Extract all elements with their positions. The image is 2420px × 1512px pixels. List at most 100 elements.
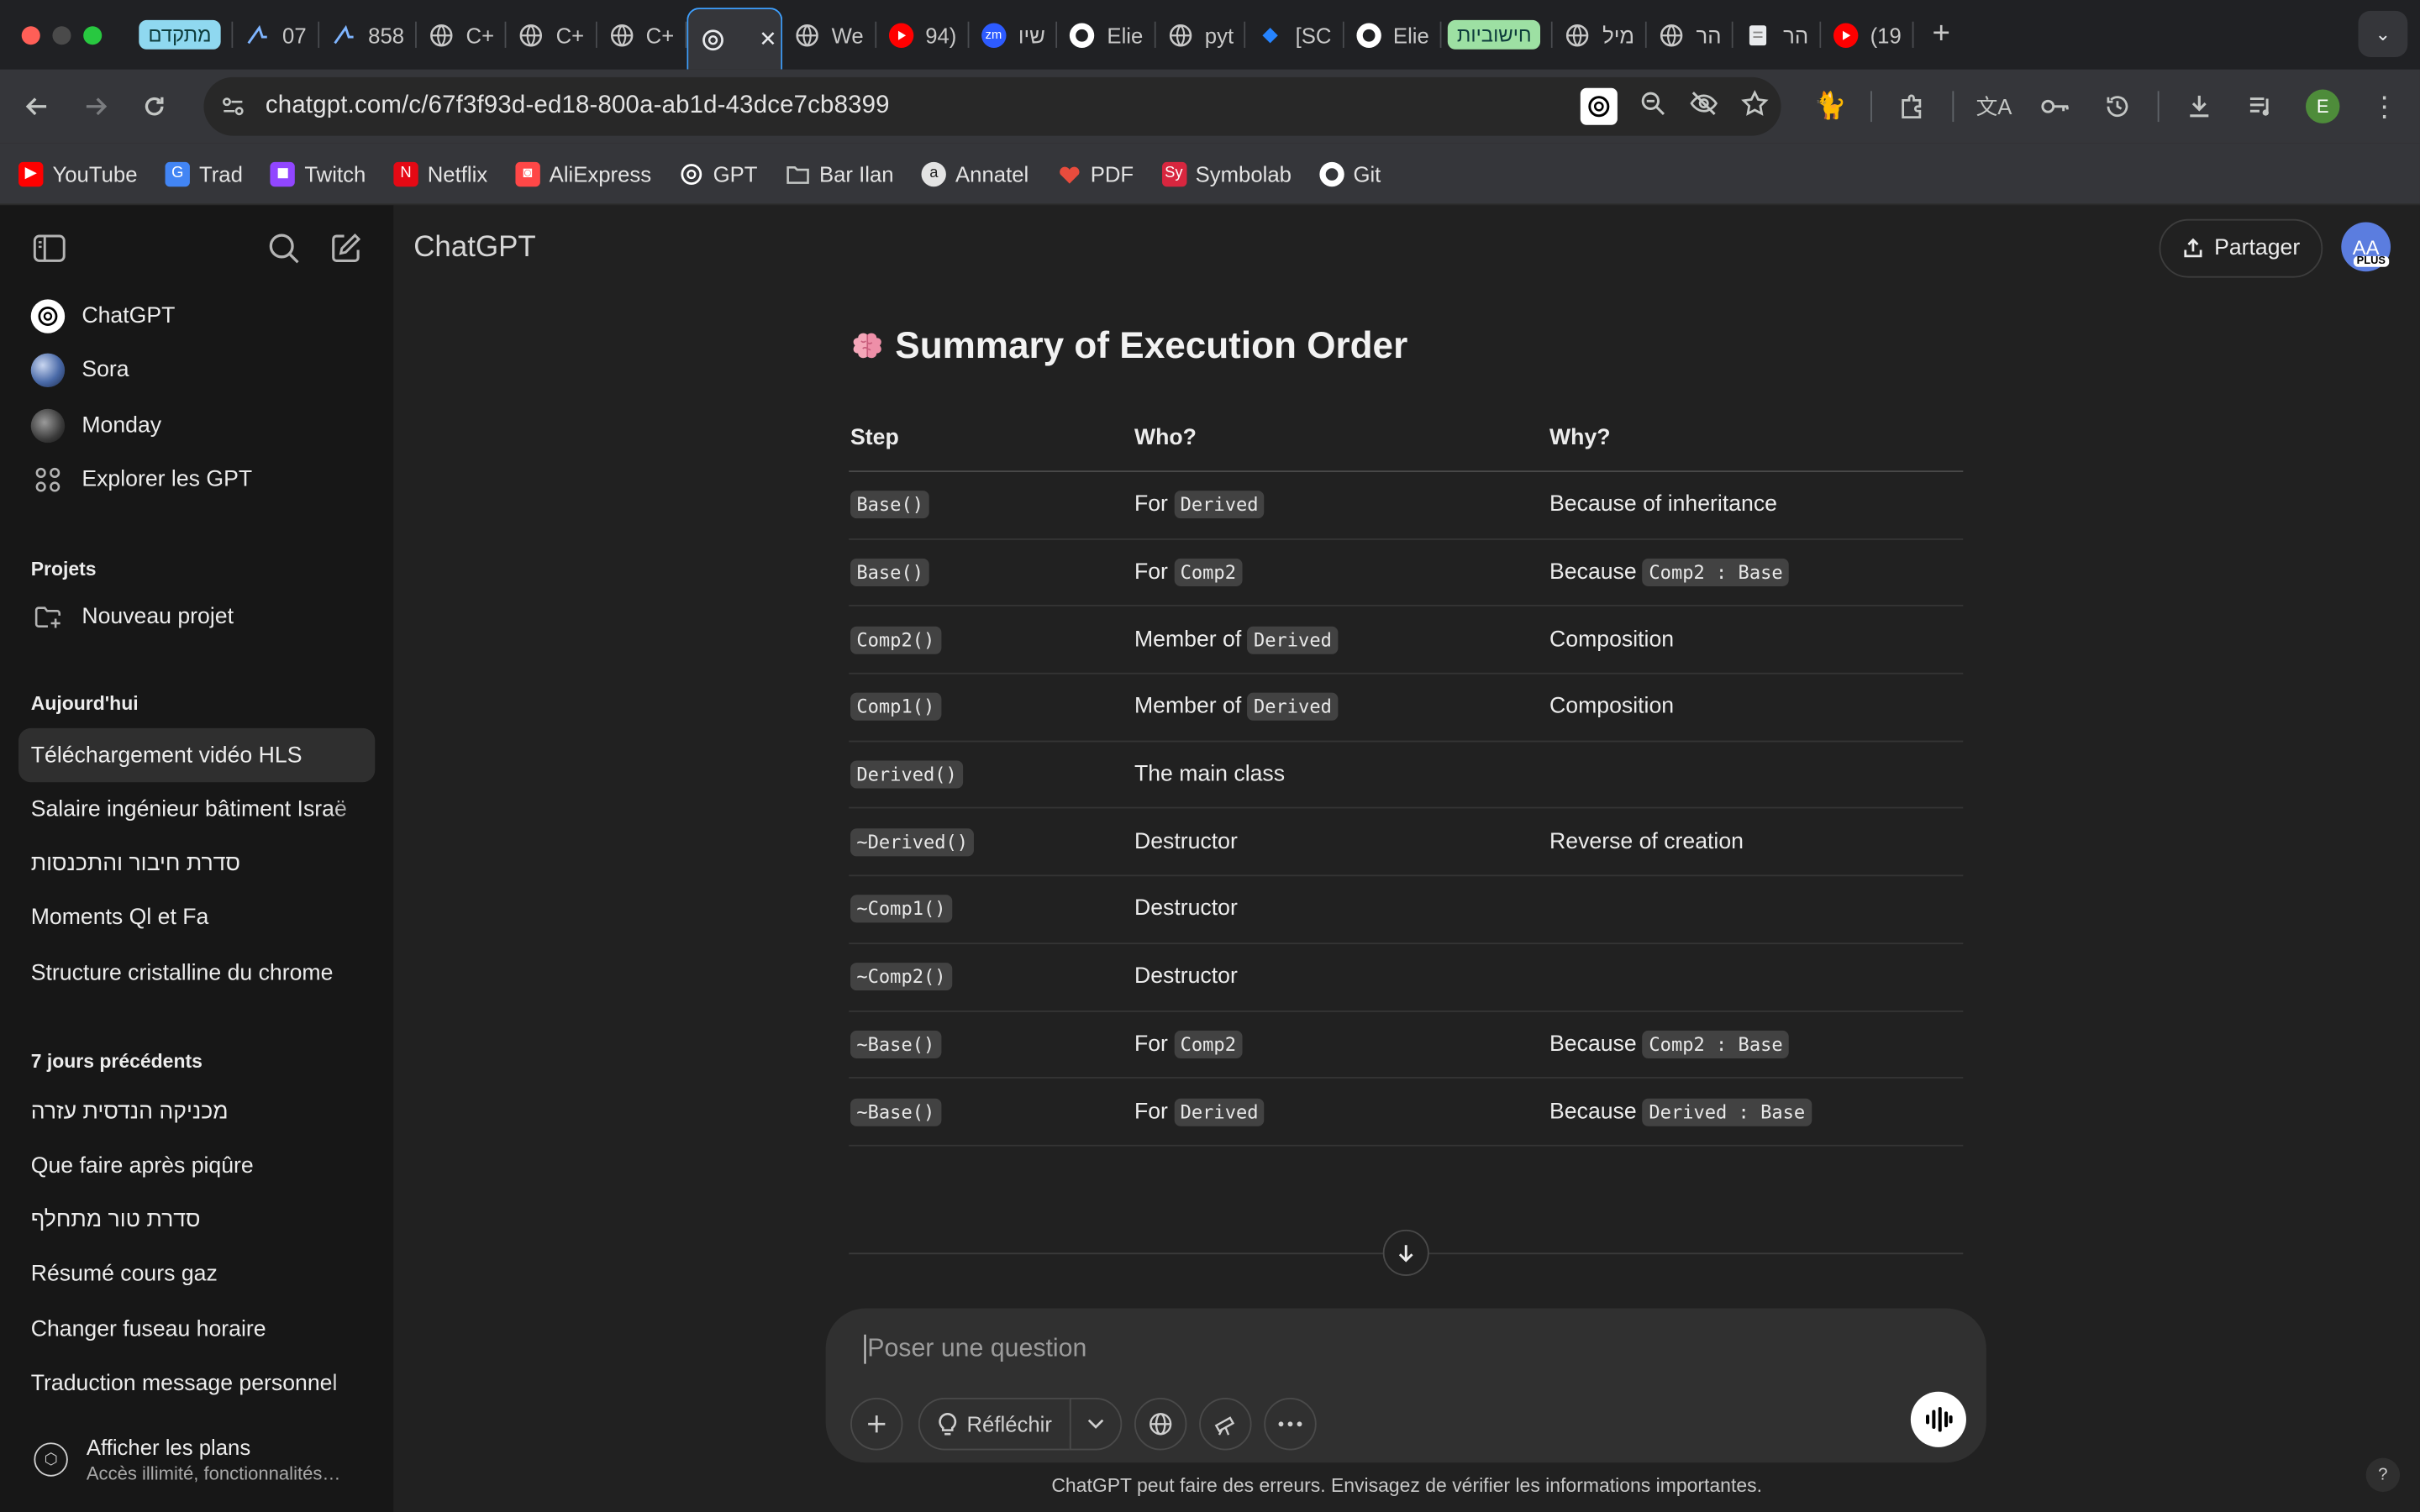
prompt-input[interactable]: Poser une question [864, 1334, 1086, 1364]
sidebar-item-sora[interactable]: Sora [18, 343, 375, 396]
divider [1870, 91, 1872, 123]
view-plans-button[interactable]: ⬡ Afficher les plans Accès illimité, fon… [18, 1421, 375, 1499]
plus-icon [868, 1415, 886, 1433]
download-icon[interactable] [2169, 76, 2230, 137]
bookmark-git[interactable]: Git [1319, 160, 1381, 186]
voice-mode-button[interactable] [1910, 1391, 1966, 1447]
browser-tab[interactable]: We [782, 0, 876, 70]
sidebar-item-chatgpt[interactable]: ChatGPT [18, 288, 375, 342]
chat-history-item[interactable]: Que faire après piqûre [18, 1139, 376, 1194]
browser-tab[interactable]: (19 [1821, 0, 1914, 70]
browser-tab[interactable]: C+ [507, 0, 597, 70]
browser-tab[interactable]: [SC [1246, 0, 1344, 70]
scroll-down-button[interactable] [1382, 1229, 1429, 1276]
deep-research-button[interactable] [1199, 1398, 1252, 1451]
media-queue-icon[interactable] [2230, 76, 2291, 137]
browser-tab[interactable]: חישוביות [1442, 0, 1554, 70]
history-icon[interactable] [2086, 76, 2148, 137]
browser-tab[interactable]: ✕ [686, 8, 782, 70]
think-options-dropdown[interactable] [1069, 1398, 1123, 1451]
browser-tab[interactable]: מתקדם [133, 0, 234, 70]
chat-history-item[interactable]: Salaire ingénieur bâtiment Israë [18, 782, 376, 837]
new-chat-icon[interactable] [329, 232, 362, 274]
forward-arrow-icon[interactable] [66, 77, 125, 136]
browser-tab[interactable]: pyt [1155, 0, 1246, 70]
browser-tab[interactable]: C+ [417, 0, 507, 70]
bookmark-trad[interactable]: G Trad [165, 160, 243, 186]
password-key-icon[interactable] [2025, 76, 2086, 137]
help-button[interactable]: ? [2365, 1457, 2401, 1493]
think-button[interactable]: Réfléchir [918, 1398, 1070, 1451]
browser-tab[interactable]: מיל [1553, 0, 1647, 70]
more-menu-icon[interactable]: ⋮ [2354, 76, 2415, 137]
bookmark-star-icon[interactable] [1741, 89, 1769, 124]
bookmark-pdf[interactable]: PDF [1056, 161, 1134, 186]
who-cell: For Comp2 [1134, 539, 1243, 605]
chat-history-item[interactable]: Traduction message personnel [18, 1357, 376, 1411]
browser-tab[interactable]: הר [1733, 0, 1821, 70]
extension-cat-icon[interactable]: 🐈 [1800, 76, 1861, 137]
web-search-button[interactable] [1134, 1398, 1187, 1451]
sidebar-item-monday[interactable]: Monday [18, 398, 375, 452]
bookmark-gpt[interactable]: GPT [679, 161, 757, 186]
chat-history-item[interactable]: Moments Ql et Fa [18, 891, 376, 946]
site-info-icon[interactable] [207, 81, 259, 133]
chat-title: Structure cristalline du chrome [30, 960, 334, 986]
new-tab-button[interactable]: + [1913, 17, 1969, 52]
zoom-icon[interactable] [1639, 89, 1667, 124]
bookmark-annatel[interactable]: a Annatel [921, 160, 1028, 186]
close-window-button[interactable] [21, 25, 40, 45]
execution-order-table: Step Who? Why? Base() For Derived Because o… [849, 406, 1964, 1147]
browser-tab[interactable]: Elie [1058, 0, 1156, 70]
profile-avatar[interactable]: E [2291, 76, 2353, 137]
tab-strip: מתקדם 07 858 C+ C+ C+ ✕ We 94) zm שיו Elie pyt [SC Eli… [0, 0, 2420, 70]
close-tab-icon[interactable]: ✕ [759, 26, 777, 52]
who-text: For [1134, 1099, 1168, 1125]
attach-plus-button[interactable] [850, 1398, 903, 1451]
tab-search-icon[interactable]: ⌄ [2358, 10, 2408, 57]
chatgpt-app-icon[interactable] [1580, 87, 1618, 125]
browser-tab[interactable]: C+ [597, 0, 687, 70]
chat-history-item[interactable]: Résumé cours gaz [18, 1247, 376, 1302]
model-selector[interactable]: ChatGPT [413, 232, 535, 265]
address-bar[interactable]: chatgpt.com/c/67f3f93d-ed18-800a-ab1d-43… [203, 76, 1781, 136]
more-tools-button[interactable] [1264, 1398, 1317, 1451]
bookmark-aliexpress[interactable]: ◙ AliExpress [515, 160, 651, 186]
translate-icon[interactable]: 文A [1963, 76, 2024, 137]
sidebar-item-explore-gpts[interactable]: Explorer les GPT [18, 452, 375, 506]
chat-history-item[interactable]: סדרת טור מתחלף [18, 1193, 376, 1248]
bookmark-netflix[interactable]: N Netflix [393, 160, 487, 186]
minimize-window-button[interactable] [52, 25, 71, 45]
browser-tab[interactable]: zm שיו [969, 0, 1058, 70]
chat-history-item[interactable]: Changer fuseau horaire [18, 1302, 376, 1357]
chat-title: סדרת חיבור והתכנסות [30, 852, 240, 877]
bookmark-twitch[interactable]: ◼ Twitch [270, 160, 366, 186]
table-row: Comp1() Member of Derived Composition [849, 675, 1964, 742]
bookmark-symbolab[interactable]: Sy Symbolab [1161, 160, 1292, 186]
search-icon[interactable] [267, 232, 301, 274]
browser-tab[interactable]: הר [1647, 0, 1734, 70]
github-icon [1355, 22, 1381, 48]
eye-off-icon[interactable] [1688, 89, 1719, 124]
browser-tab[interactable]: Elie [1344, 0, 1442, 70]
chat-history-item[interactable]: סדרת חיבור והתכנסות [18, 837, 376, 891]
chat-history-item[interactable]: Structure cristalline du chrome [18, 946, 376, 1000]
sidebar-toggle-icon[interactable] [33, 233, 66, 271]
chevron-down-icon [1087, 1419, 1104, 1429]
symbolab-icon: Sy [1161, 160, 1186, 186]
chat-history-item[interactable]: מכניקה הנדסית עזרה [18, 1084, 376, 1139]
new-project-button[interactable]: Nouveau projet [18, 590, 375, 643]
chat-history-item[interactable]: Téléchargement vidéo HLS [18, 727, 376, 783]
browser-tab[interactable]: 94) [876, 0, 970, 70]
url-text[interactable]: chatgpt.com/c/67f3f93d-ed18-800a-ab1d-43… [266, 92, 890, 120]
bookmark-youtube[interactable]: ▶ YouTube [18, 160, 137, 186]
browser-tab[interactable]: 07 [233, 0, 318, 70]
maximize-window-button[interactable] [83, 25, 103, 45]
reload-icon[interactable] [125, 77, 184, 136]
bookmark-bar-ilan[interactable]: Bar Ilan [786, 161, 894, 186]
share-button[interactable]: Partager [2159, 218, 2323, 278]
browser-tab[interactable]: 858 [318, 0, 417, 70]
youtube-icon [888, 22, 913, 48]
back-arrow-icon[interactable] [8, 77, 66, 136]
extensions-puzzle-icon[interactable] [1881, 76, 1943, 137]
